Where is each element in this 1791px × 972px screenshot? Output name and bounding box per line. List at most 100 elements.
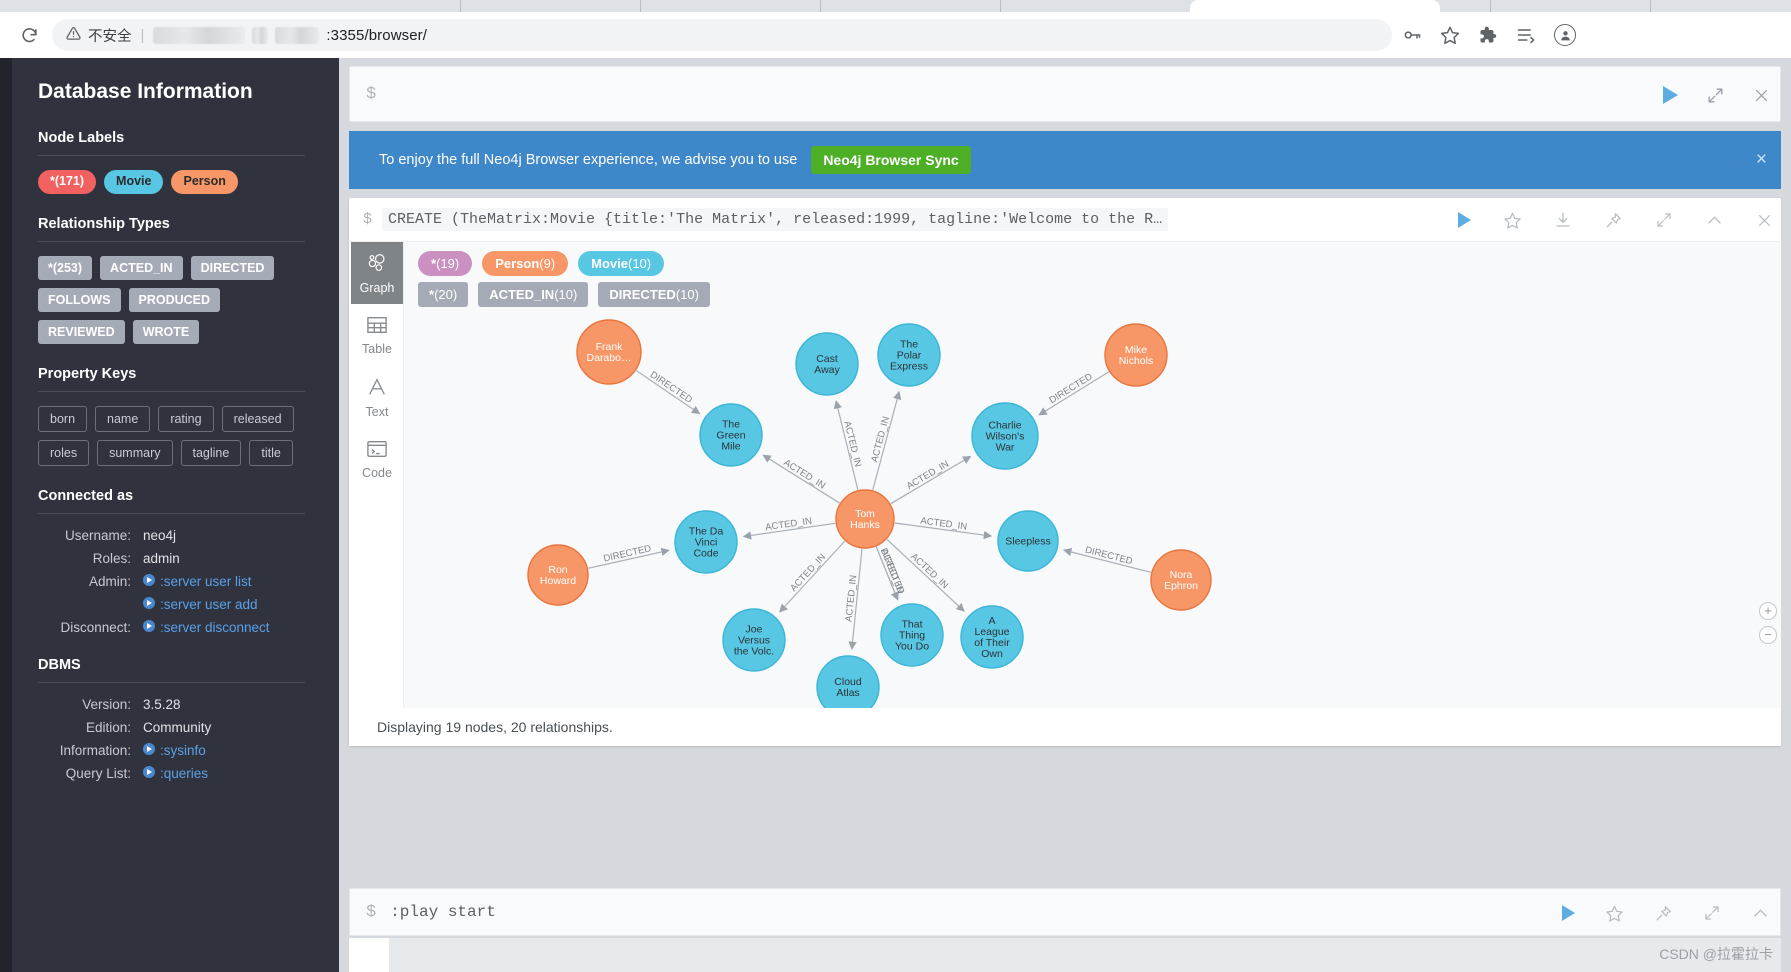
run-command-button[interactable] — [1562, 905, 1575, 921]
server-user-list-link[interactable]: :server user list — [160, 574, 252, 589]
expand-card-icon[interactable] — [1655, 211, 1673, 229]
rerun-query-button[interactable] — [1458, 212, 1471, 228]
dbms-section: DBMS Version: 3.5.28 Edition: Community … — [38, 657, 305, 781]
view-mode-tabs: Graph Table Text Code — [351, 242, 403, 708]
graph-node[interactable]: ThePolarExpress — [877, 323, 941, 387]
legend-pill-person[interactable]: Person(9) — [482, 251, 569, 276]
relationship-type-chip[interactable]: WROTE — [132, 319, 200, 344]
graph-node[interactable]: CharlieWilson'sWar — [971, 402, 1039, 470]
graph-node[interactable]: JoeVersusthe Volc. — [722, 608, 786, 672]
legend-pill-any-node[interactable]: *(19) — [418, 251, 473, 276]
graph-visualization[interactable]: *(19) Person(9) Movie(10) *(20) ACTED_IN… — [403, 242, 1781, 708]
relationship-type-chip[interactable]: FOLLOWS — [38, 287, 121, 312]
extensions-icon[interactable] — [1478, 25, 1498, 45]
play-command-icon[interactable] — [143, 573, 155, 586]
property-key-chip[interactable]: summary — [97, 439, 173, 466]
browser-sync-button[interactable]: Neo4j Browser Sync — [811, 146, 971, 174]
zoom-in-button[interactable]: + — [1759, 602, 1777, 620]
legend-chip-any-rel[interactable]: *(20) — [418, 282, 469, 307]
dbms-row: Version: 3.5.28 — [38, 697, 305, 712]
address-bar[interactable]: 不安全 | :3355/browser/ — [52, 19, 1392, 51]
play-command-icon[interactable] — [143, 619, 155, 632]
node-label-pill[interactable]: *(171) — [38, 170, 97, 194]
graph-node[interactable]: Sleepless — [997, 510, 1059, 572]
cypher-editor[interactable]: $ — [349, 66, 1781, 122]
favorite-star-icon[interactable] — [1605, 904, 1624, 923]
collapse-card-icon[interactable] — [1705, 211, 1724, 230]
sidebar-rail[interactable] — [0, 58, 12, 972]
graph-node[interactable]: ThatThingYou Do — [880, 603, 944, 667]
node-label-pill[interactable]: Movie — [104, 170, 164, 194]
relationship-type-chip[interactable]: DIRECTED — [190, 255, 275, 280]
download-icon[interactable] — [1554, 211, 1572, 229]
browser-tab[interactable] — [640, 0, 770, 12]
browser-tab[interactable] — [1650, 0, 1780, 12]
browser-tab[interactable] — [1490, 0, 1620, 12]
run-query-button[interactable] — [1663, 86, 1678, 104]
banner-close-icon[interactable]: × — [1756, 149, 1767, 171]
property-key-chip[interactable]: name — [95, 405, 151, 432]
relationship-type-chip[interactable]: REVIEWED — [38, 319, 125, 344]
graph-node[interactable]: The DaVinciCode — [674, 510, 738, 574]
tab-table[interactable]: Table — [351, 304, 403, 366]
server-disconnect-link[interactable]: :server disconnect — [160, 620, 270, 635]
graph-node[interactable]: RonHoward — [527, 544, 589, 606]
node-label-pill[interactable]: Person — [171, 170, 238, 194]
browser-tab[interactable] — [460, 0, 590, 12]
legend-chip-acted-in[interactable]: ACTED_IN(10) — [478, 282, 589, 307]
close-editor-icon[interactable] — [1753, 87, 1770, 104]
server-user-add-link[interactable]: :server user add — [160, 597, 258, 612]
query-card-header: $ CREATE (TheMatrix:Movie {title:'The Ma… — [349, 198, 1781, 242]
play-command-icon[interactable] — [143, 742, 155, 755]
collapse-editor-icon[interactable] — [1751, 904, 1770, 923]
property-key-chip[interactable]: born — [38, 405, 88, 432]
graph-node[interactable]: CastAway — [795, 332, 859, 396]
relationship-label: ACTED_IN — [869, 415, 892, 463]
queries-link[interactable]: :queries — [160, 766, 208, 781]
property-key-chip[interactable]: rating — [158, 405, 214, 432]
graph-node[interactable]: FrankDarabo… — [576, 319, 642, 385]
browser-tab[interactable] — [1000, 0, 1130, 12]
legend-pill-movie[interactable]: Movie(10) — [578, 251, 665, 276]
main-content: $ To enjoy the full Neo4j Browser experi… — [339, 58, 1791, 972]
expand-editor-icon[interactable] — [1703, 904, 1721, 922]
reload-icon[interactable] — [14, 20, 44, 50]
sysinfo-link[interactable]: :sysinfo — [160, 743, 206, 758]
cypher-query-text[interactable]: CREATE (TheMatrix:Movie {title:'The Matr… — [382, 208, 1169, 231]
browser-tab[interactable] — [820, 0, 950, 12]
close-card-icon[interactable] — [1756, 212, 1773, 229]
play-command-icon[interactable] — [143, 596, 155, 609]
relationship-type-chip[interactable]: ACTED_IN — [100, 255, 183, 280]
key-icon[interactable] — [1402, 25, 1422, 45]
graph-node[interactable]: TomHanks — [835, 489, 895, 549]
card-action-icons — [1458, 198, 1773, 242]
profile-avatar-icon[interactable] — [1554, 24, 1576, 46]
favorite-star-icon[interactable] — [1503, 211, 1522, 230]
bookmark-star-icon[interactable] — [1440, 25, 1460, 45]
pin-icon[interactable] — [1654, 904, 1673, 923]
expand-editor-icon[interactable] — [1706, 86, 1725, 105]
property-key-chip[interactable]: roles — [38, 439, 90, 466]
tab-graph[interactable]: Graph — [351, 242, 403, 304]
graph-node[interactable]: TheGreenMile — [699, 403, 763, 467]
property-key-chip[interactable]: tagline — [180, 439, 242, 466]
relationship-type-chip[interactable]: *(253) — [38, 255, 93, 280]
tab-text[interactable]: Text — [351, 366, 403, 428]
browser-tab-active[interactable] — [1190, 0, 1440, 12]
play-command-icon[interactable] — [143, 765, 155, 778]
list-menu-icon[interactable] — [1516, 25, 1536, 45]
pin-icon[interactable] — [1604, 211, 1623, 230]
graph-node[interactable]: NoraEphron — [1150, 549, 1212, 611]
bottom-editor-command[interactable]: :play start — [390, 903, 496, 921]
graph-node[interactable]: CloudAtlas — [816, 655, 880, 708]
bottom-cypher-editor[interactable]: $ :play start — [349, 888, 1781, 936]
property-key-chip[interactable]: released — [221, 405, 294, 432]
relationship-type-chip[interactable]: PRODUCED — [128, 287, 221, 312]
tab-code[interactable]: Code — [351, 428, 403, 490]
relationship-label: ACTED_IN — [788, 552, 828, 594]
zoom-out-button[interactable]: − — [1759, 626, 1777, 644]
legend-chip-directed[interactable]: DIRECTED(10) — [598, 282, 710, 307]
graph-node[interactable]: MikeNichols — [1104, 323, 1168, 387]
graph-node[interactable]: ALeagueof TheirOwn — [960, 605, 1024, 669]
property-key-chip[interactable]: title — [249, 439, 293, 466]
